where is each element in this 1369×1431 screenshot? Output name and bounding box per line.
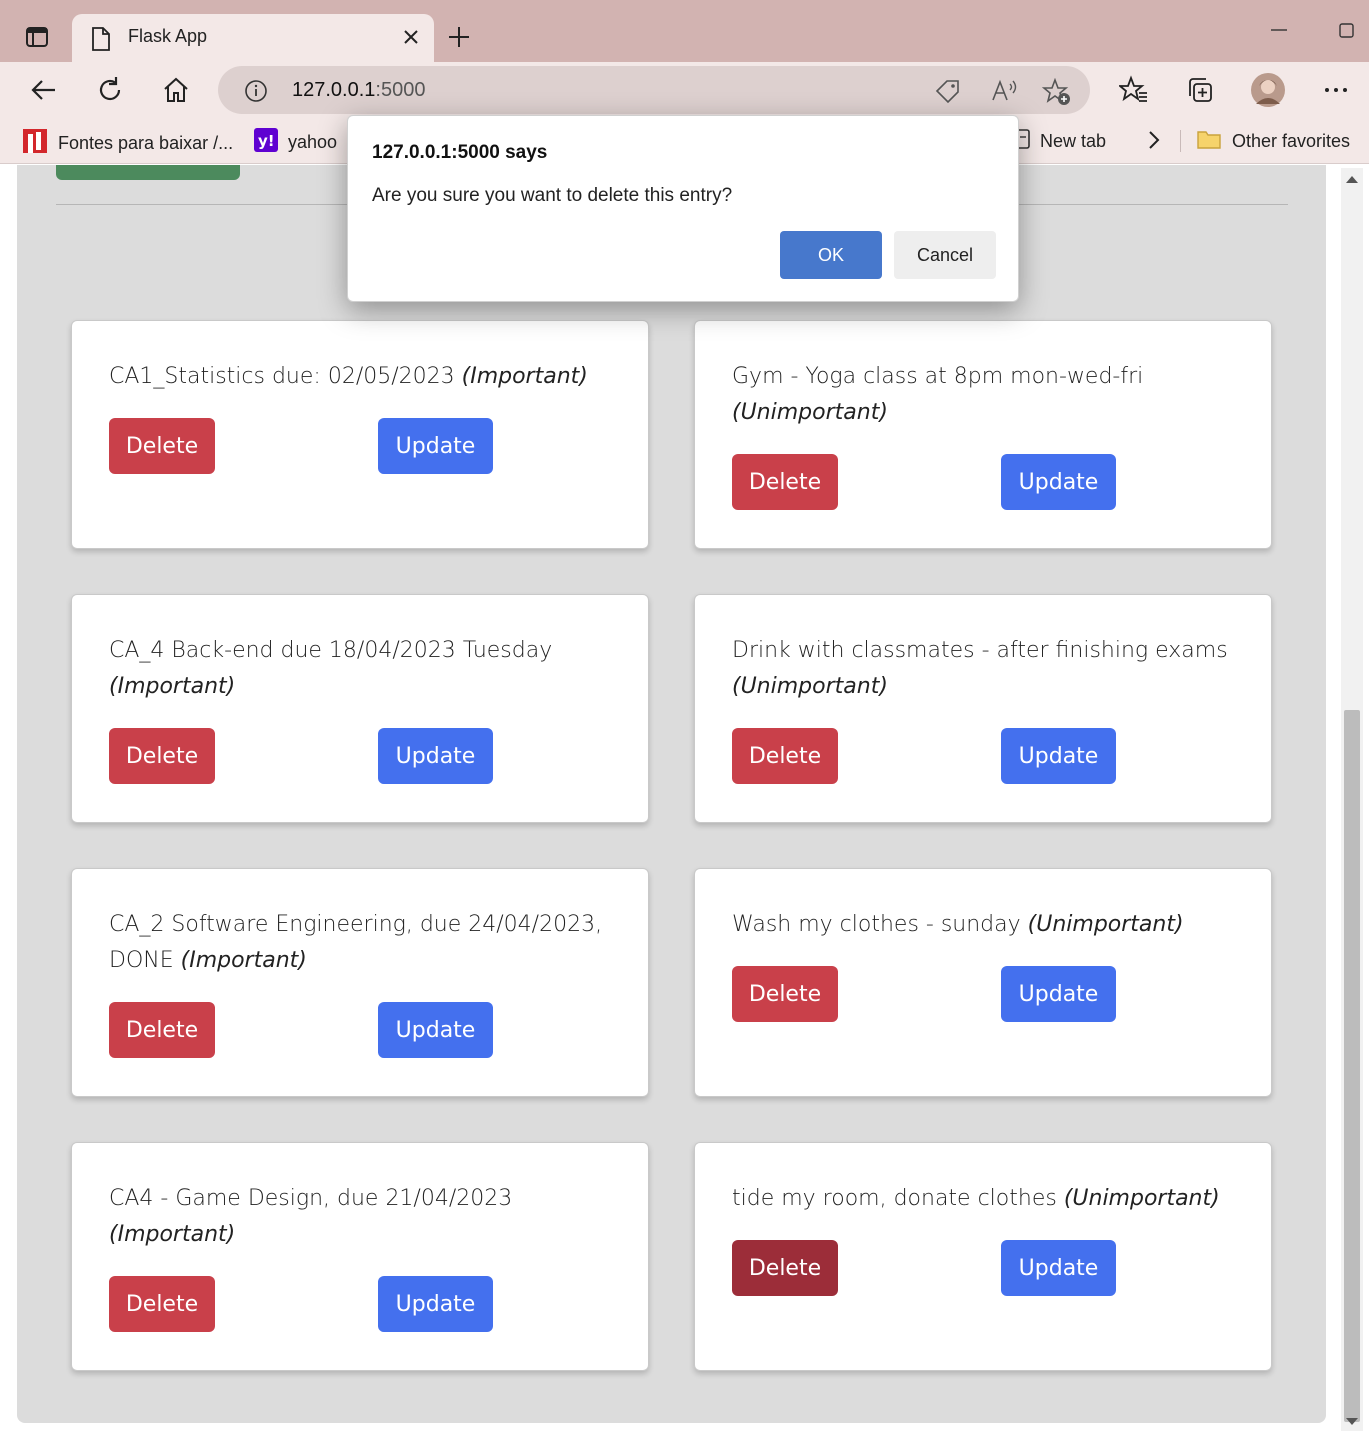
info-icon[interactable] — [244, 79, 268, 107]
task-card: tide my room, donate clothes (Unimportan… — [694, 1142, 1272, 1371]
browser-tab[interactable]: Flask App — [72, 14, 434, 64]
ok-button[interactable]: OK — [780, 231, 882, 279]
favorites-icon[interactable] — [1118, 74, 1150, 106]
refresh-icon[interactable] — [94, 74, 126, 106]
bookmark-item[interactable]: y! yahoo — [254, 128, 337, 157]
tag-icon[interactable] — [934, 78, 962, 108]
minimize-icon[interactable] — [1270, 20, 1288, 42]
task-text: Drink with classmates - after finishing … — [732, 633, 1232, 705]
task-text: CA_2 Software Engineering, due 24/04/202… — [109, 907, 609, 979]
app-container: CA1_Statistics due: 02/05/2023 (Importan… — [17, 165, 1326, 1423]
task-text: CA1_Statistics due: 02/05/2023 (Importan… — [109, 359, 609, 395]
update-button[interactable]: Update — [1001, 966, 1116, 1022]
bookmark-label: yahoo — [288, 132, 338, 152]
task-title: Drink with classmates - after finishing … — [732, 638, 1228, 663]
page-icon — [90, 26, 112, 56]
delete-button[interactable]: Delete — [732, 966, 838, 1022]
task-title: Wash my clothes - sunday — [732, 912, 1021, 937]
task-priority: (Unimportant) — [1063, 1186, 1220, 1211]
profile-avatar[interactable] — [1250, 72, 1286, 108]
back-icon[interactable] — [28, 74, 60, 106]
dialog-message: Are you sure you want to delete this ent… — [372, 185, 733, 206]
task-card: CA_2 Software Engineering, due 24/04/202… — [71, 868, 649, 1097]
update-button[interactable]: Update — [378, 1276, 493, 1332]
bookmark-item[interactable]: New tab — [1014, 128, 1106, 155]
home-icon[interactable] — [160, 74, 192, 106]
task-priority: (Unimportant) — [732, 674, 888, 699]
task-title: tide my room, donate clothes — [732, 1186, 1057, 1211]
task-title: CA_4 Back-end due 18/04/2023 Tuesday — [109, 638, 553, 663]
confirm-dialog: 127.0.0.1:5000 says Are you sure you wan… — [347, 115, 1019, 302]
delete-button[interactable]: Delete — [109, 1002, 215, 1058]
more-icon[interactable] — [1320, 74, 1352, 106]
plus-icon[interactable] — [446, 24, 472, 54]
bookmarks-divider — [1180, 130, 1181, 152]
task-card: CA1_Statistics due: 02/05/2023 (Importan… — [71, 320, 649, 549]
url-text[interactable]: 127.0.0.1:5000 — [292, 79, 425, 102]
task-card: Drink with classmates - after finishing … — [694, 594, 1272, 823]
task-priority: (Important) — [180, 948, 307, 973]
cancel-button[interactable]: Cancel — [894, 231, 996, 279]
bookmark-label: Fontes para baixar /... — [58, 133, 234, 153]
other-favorites[interactable]: Other favorites — [1196, 128, 1350, 155]
delete-button[interactable]: Delete — [732, 728, 838, 784]
task-title: CA4 - Game Design, due 21/04/2023 — [109, 1186, 513, 1211]
delete-button[interactable]: Delete — [732, 1240, 838, 1296]
task-priority: (Important) — [109, 674, 236, 699]
folder-icon — [1196, 128, 1222, 155]
title-bar: Flask App — [0, 0, 1369, 64]
update-button[interactable]: Update — [378, 1002, 493, 1058]
task-title: CA1_Statistics due: 02/05/2023 — [109, 364, 455, 389]
task-priority: (Important) — [109, 1222, 236, 1247]
task-text: CA4 - Game Design, due 21/04/2023 (Impor… — [109, 1181, 609, 1253]
update-button[interactable]: Update — [1001, 454, 1116, 510]
tab-title: Flask App — [128, 26, 208, 46]
task-priority: (Unimportant) — [1027, 912, 1184, 937]
bookmark-item[interactable]: Fontes para baixar /... — [22, 128, 233, 159]
scroll-down-arrow[interactable] — [1346, 1418, 1358, 1425]
task-text: Wash my clothes - sunday (Unimportant) — [732, 907, 1232, 943]
task-card: Gym - Yoga class at 8pm mon-wed-fri (Uni… — [694, 320, 1272, 549]
task-text: Gym - Yoga class at 8pm mon-wed-fri (Uni… — [732, 359, 1232, 431]
task-text: tide my room, donate clothes (Unimportan… — [732, 1181, 1232, 1217]
delete-button[interactable]: Delete — [732, 454, 838, 510]
update-button[interactable]: Update — [1001, 728, 1116, 784]
update-button[interactable]: Update — [378, 728, 493, 784]
bookmark-label: Other favorites — [1232, 131, 1351, 151]
yahoo-favicon: y! — [254, 128, 278, 157]
dialog-title: 127.0.0.1:5000 says — [372, 142, 548, 163]
navigation-toolbar: 127.0.0.1:5000 — [0, 62, 1369, 118]
svg-text:y!: y! — [258, 132, 275, 150]
address-bar[interactable]: 127.0.0.1:5000 — [218, 66, 1090, 114]
add-button-partial[interactable] — [56, 165, 240, 180]
url-port: :5000 — [375, 79, 426, 101]
page-viewport: CA1_Statistics due: 02/05/2023 (Importan… — [0, 165, 1369, 1431]
scroll-up-arrow[interactable] — [1346, 176, 1358, 183]
add-favorite-icon[interactable] — [1041, 77, 1072, 110]
close-icon[interactable] — [402, 28, 420, 50]
scroll-thumb[interactable] — [1344, 710, 1360, 1422]
collections-icon[interactable] — [1184, 74, 1216, 106]
maximize-icon[interactable] — [1338, 22, 1356, 44]
delete-button[interactable]: Delete — [109, 1276, 215, 1332]
update-button[interactable]: Update — [378, 418, 493, 474]
delete-button[interactable]: Delete — [109, 418, 215, 474]
task-card: CA4 - Game Design, due 21/04/2023 (Impor… — [71, 1142, 649, 1371]
url-host: 127.0.0.1 — [292, 79, 376, 101]
task-title: Gym - Yoga class at 8pm mon-wed-fri — [732, 364, 1144, 389]
delete-button[interactable]: Delete — [109, 728, 215, 784]
task-priority: (Unimportant) — [732, 400, 888, 425]
task-card: CA_4 Back-end due 18/04/2023 Tuesday (Im… — [71, 594, 649, 823]
fontes-favicon — [22, 128, 48, 159]
sidebar-toggle-icon[interactable] — [24, 24, 50, 50]
update-button[interactable]: Update — [1001, 1240, 1116, 1296]
task-card: Wash my clothes - sunday (Unimportant) D… — [694, 868, 1272, 1097]
chevron-right-icon[interactable] — [1146, 128, 1162, 152]
bookmark-label: New tab — [1040, 131, 1107, 151]
task-priority: (Important) — [461, 364, 588, 389]
read-aloud-icon[interactable] — [990, 78, 1018, 108]
vertical-scrollbar[interactable] — [1341, 168, 1363, 1431]
task-text: CA_4 Back-end due 18/04/2023 Tuesday (Im… — [109, 633, 609, 705]
